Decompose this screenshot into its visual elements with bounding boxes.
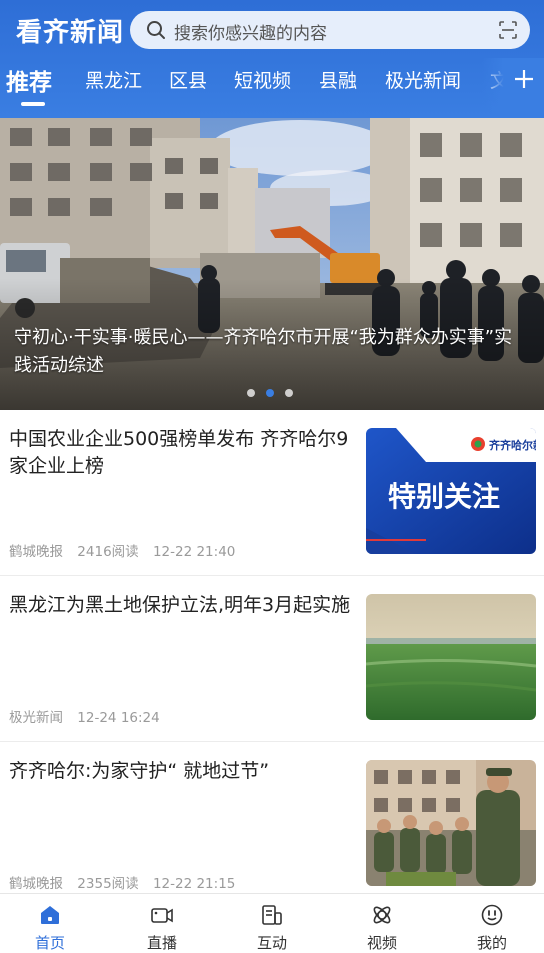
tab-short-video[interactable]: 短视频 <box>234 66 291 93</box>
tab-counties[interactable]: 区县 <box>169 66 207 93</box>
news-meta: 鹤城晚报 2355阅读 12-22 21:15 <box>9 872 245 892</box>
news-reads: 2416阅读 <box>77 544 139 560</box>
search-icon <box>147 21 165 39</box>
plus-icon[interactable] <box>512 67 536 91</box>
news-time: 12-22 21:15 <box>152 876 236 892</box>
interact-icon <box>262 905 282 925</box>
news-meta: 极光新闻 12-24 16:24 <box>9 706 170 726</box>
news-reads: 2355阅读 <box>77 876 139 892</box>
news-title[interactable]: 齐齐哈尔:为家守护“ 就地过节” <box>9 758 354 785</box>
news-source: 鹤城晚报 <box>9 876 63 892</box>
thumb-special-focus: 特别关注 <box>388 480 500 513</box>
tab-aurora-news[interactable]: 极光新闻 <box>385 66 461 93</box>
news-title[interactable]: 黑龙江为黑土地保护立法,明年3月起实施 <box>9 592 354 619</box>
news-source: 鹤城晚报 <box>9 544 63 560</box>
news-item[interactable]: 中国农业企业500强榜单发布 齐齐哈尔9家企业上榜 鹤城晚报 2416阅读 12… <box>0 410 544 576</box>
news-source: 极光新闻 <box>9 710 63 726</box>
tab-county-media[interactable]: 县融 <box>319 66 357 93</box>
live-camera-icon <box>151 908 173 923</box>
profile-icon <box>481 904 503 926</box>
banner-title[interactable]: 守初心·干实事·暖民心——齐齐哈尔市开展“我为群众办实事”实践活动综述 <box>14 324 530 380</box>
home-icon <box>41 906 59 924</box>
thumb-brand: 齐齐哈尔新闻网 <box>489 438 536 452</box>
search-placeholder[interactable]: 搜索你感兴趣的内容 <box>174 19 327 44</box>
news-title[interactable]: 中国农业企业500强榜单发布 齐齐哈尔9家企业上榜 <box>9 426 354 480</box>
tab-recommend[interactable]: 推荐 <box>6 63 52 97</box>
bottom-nav: 首页 直播 互动 视频 我的 <box>0 893 544 952</box>
news-thumbnail[interactable]: 齐齐哈尔新闻网 特别关注 <box>366 428 536 554</box>
news-item[interactable]: 齐齐哈尔:为家守护“ 就地过节” 鹤城晚报 2355阅读 12-22 21:15 <box>0 742 544 908</box>
tab-heilongjiang[interactable]: 黑龙江 <box>85 66 142 93</box>
app-logo[interactable]: 看齐新闻 <box>16 12 124 49</box>
carousel-dot <box>247 389 255 397</box>
carousel-dot-active <box>266 389 274 397</box>
channel-tabs: 推荐 黑龙江 区县 短视频 县融 极光新闻 文 <box>0 58 544 118</box>
news-time: 12-22 21:40 <box>152 544 236 560</box>
news-thumbnail[interactable] <box>366 594 536 720</box>
nav-video[interactable]: 视频 <box>328 894 436 952</box>
app-header: 看齐新闻 搜索你感兴趣的内容 推荐 黑龙江 区县 短视频 县融 极光新闻 文 <box>0 0 544 118</box>
nav-home[interactable]: 首页 <box>0 894 104 952</box>
nav-profile[interactable]: 我的 <box>438 894 544 952</box>
headline-banner[interactable]: 守初心·干实事·暖民心——齐齐哈尔市开展“我为群众办实事”实践活动综述 <box>0 118 544 410</box>
carousel-indicator <box>247 389 293 397</box>
news-meta: 鹤城晚报 2416阅读 12-22 21:40 <box>9 540 245 560</box>
nav-live[interactable]: 直播 <box>108 894 216 952</box>
scan-icon[interactable] <box>498 20 518 40</box>
video-icon <box>373 906 391 924</box>
active-tab-indicator <box>21 102 45 106</box>
search-bar[interactable]: 搜索你感兴趣的内容 <box>130 11 530 49</box>
news-time: 12-24 16:24 <box>77 710 160 726</box>
news-item[interactable]: 黑龙江为黑土地保护立法,明年3月起实施 极光新闻 12-24 16:24 <box>0 576 544 742</box>
news-thumbnail[interactable] <box>366 760 536 886</box>
carousel-dot <box>285 389 293 397</box>
nav-interact[interactable]: 互动 <box>218 894 326 952</box>
